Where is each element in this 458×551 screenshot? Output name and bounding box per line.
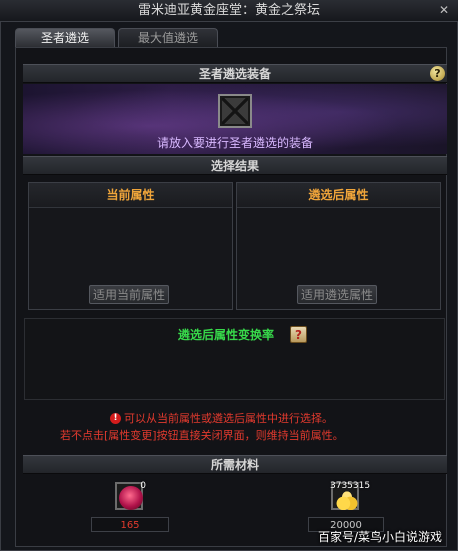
warning-icon: ! xyxy=(110,413,121,424)
result-section-header: 选择结果 xyxy=(23,156,447,175)
gold-owned-count: 3735315 xyxy=(330,481,371,491)
empty-slot-icon xyxy=(222,98,248,124)
watermark-text: 百家号/菜鸟小白说游戏 xyxy=(318,530,443,544)
materials-section-header: 所需材料 xyxy=(23,455,447,474)
window-title: 雷米迪亚黄金座堂：黄金之祭坛 xyxy=(137,3,320,18)
apply-new-button[interactable]: 适用遴选属性 xyxy=(297,285,377,304)
tab-saint-selection[interactable]: 圣者遴选 xyxy=(15,28,115,47)
material-owned-count: 0 xyxy=(140,481,146,491)
close-icon[interactable]: ✕ xyxy=(436,3,452,19)
scroll-icon[interactable]: ? xyxy=(290,326,307,343)
equip-section-header: 圣者遴选装备 xyxy=(23,64,447,83)
material-required-amount: 165 xyxy=(91,517,169,532)
tab-max-value-selection[interactable]: 最大值遴选 xyxy=(118,28,218,47)
current-attributes-title: 当前属性 xyxy=(29,183,232,208)
note-line-2: 若不点击[属性变更]按钮直接关闭界面，则维持当前属性。 xyxy=(60,429,344,442)
help-icon[interactable]: ? xyxy=(430,66,445,81)
equip-prompt: 请放入要进行圣者遴选的装备 xyxy=(156,136,313,150)
new-attributes-title: 遴选后属性 xyxy=(237,183,440,208)
note-line-1: 可以从当前属性或遴选后属性中进行选择。 xyxy=(124,412,333,425)
apply-current-button[interactable]: 适用当前属性 xyxy=(89,285,169,304)
rate-label: 遴选后属性变换率 xyxy=(177,328,274,342)
